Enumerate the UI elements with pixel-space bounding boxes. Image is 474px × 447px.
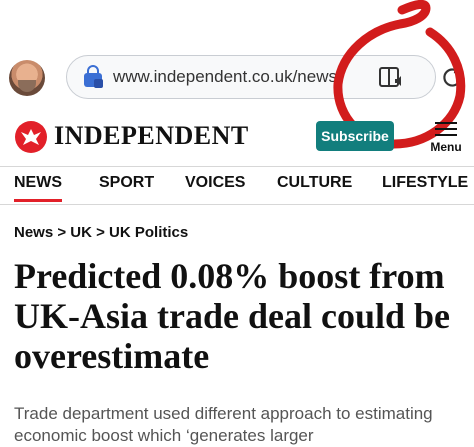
browser-toolbar: www.independent.co.uk/news/uk/p: [0, 0, 474, 149]
site-masthead[interactable]: INDEPENDENT: [54, 121, 249, 151]
nav-sport[interactable]: SPORT: [99, 174, 154, 192]
url-text: www.independent.co.uk/news/uk/p: [113, 67, 343, 86]
nav-news[interactable]: NEWS: [14, 174, 62, 202]
article-headline: Predicted 0.08% boost from UK-Asia trade…: [14, 256, 450, 376]
refresh-icon[interactable]: [440, 64, 464, 90]
article-standfirst: Trade department used different approach…: [14, 404, 433, 445]
section-nav: NEWS SPORT VOICES CULTURE LIFESTYLE: [0, 166, 474, 205]
eagle-logo-icon[interactable]: [14, 120, 48, 154]
site-header: INDEPENDENT Subscribe Menu: [0, 108, 474, 167]
bag-lock-icon: [84, 65, 103, 88]
nav-voices[interactable]: VOICES: [185, 174, 245, 192]
menu-button[interactable]: Menu: [424, 118, 468, 162]
subscribe-button[interactable]: Subscribe: [316, 121, 394, 151]
menu-icon: [435, 122, 457, 136]
reader-mode-icon[interactable]: [379, 66, 405, 90]
nav-lifestyle[interactable]: LIFESTYLE: [382, 174, 468, 192]
address-bar[interactable]: www.independent.co.uk/news/uk/p: [66, 55, 436, 99]
breadcrumb[interactable]: News > UK > UK Politics: [14, 224, 188, 241]
menu-label: Menu: [430, 140, 462, 154]
avatar[interactable]: [9, 60, 45, 96]
nav-culture[interactable]: CULTURE: [277, 174, 352, 192]
